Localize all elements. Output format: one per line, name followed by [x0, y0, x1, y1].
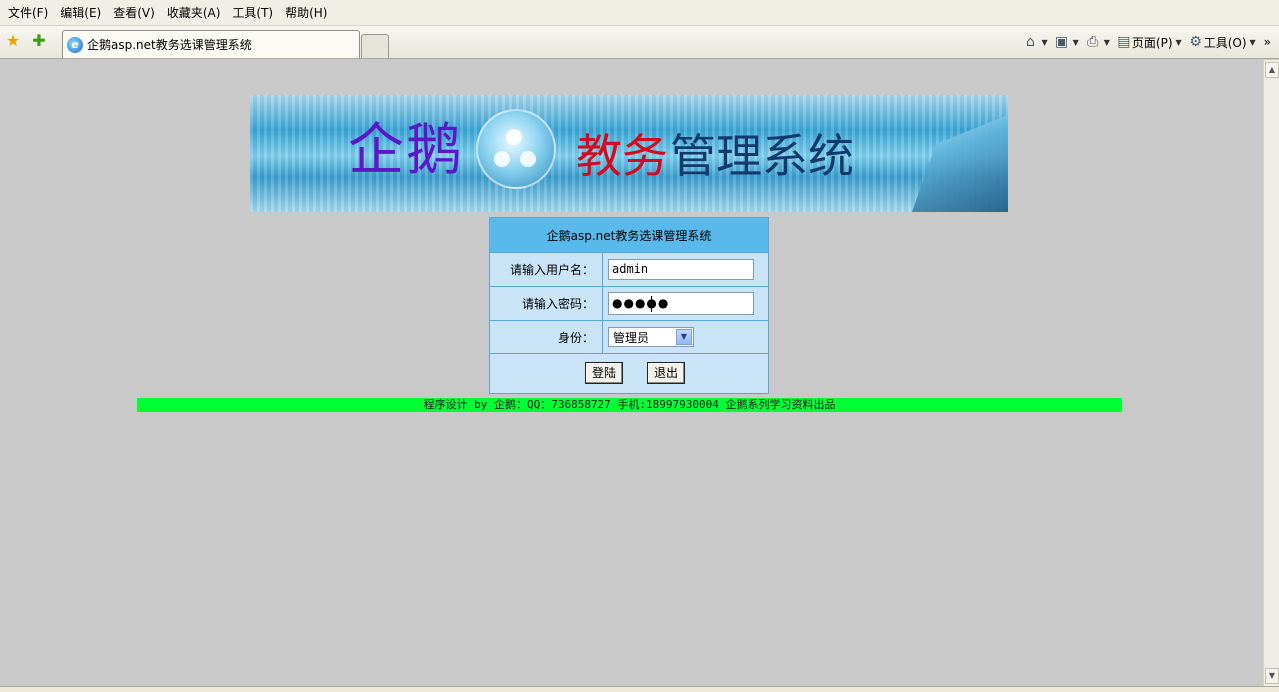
role-row: 身份： 管理员 ▼ — [490, 320, 768, 353]
add-favorite-icon[interactable]: ✚ — [30, 32, 48, 50]
tab-bar: ★ ✚ e 企鹅asp.net教务选课管理系统 ⌂ ▼ ▣ ▼ ⎙ ▼ ▤ 页面(P) ▼… — [0, 26, 1279, 59]
password-mask: ●●●●● — [612, 296, 670, 310]
page-menu-button[interactable]: ▤ 页面(P) ▼ — [1116, 34, 1182, 51]
chevron-down-icon: ▼ — [1103, 37, 1110, 47]
username-cell: admin — [604, 253, 768, 286]
role-label: 身份： — [490, 321, 603, 353]
password-row: 请输入密码： ●●●●● — [490, 286, 768, 320]
feeds-button[interactable]: ▣ ▼ — [1054, 34, 1079, 50]
scroll-down-icon[interactable]: ▼ — [1265, 668, 1279, 684]
role-selected-value: 管理员 — [613, 330, 650, 345]
banner-brand: 企鹅 — [348, 118, 464, 183]
exit-button[interactable]: 退出 — [647, 362, 685, 384]
chevron-down-icon: ▼ — [1249, 37, 1256, 47]
password-label: 请输入密码： — [490, 287, 603, 320]
banner-image: 企鹅 教务 管理系统 — [250, 95, 1008, 212]
scroll-up-icon[interactable]: ▲ — [1265, 62, 1279, 78]
menu-favorites[interactable]: 收藏夹(A) — [163, 0, 229, 26]
footer-credit: 程序设计 by 企鹅：QQ：736858727 手机:18997930004 企… — [137, 398, 1122, 412]
banner-title-dark: 管理系统 — [670, 129, 854, 183]
tools-menu-label: 工具(O) — [1203, 35, 1247, 50]
button-group: 登陆 退出 — [490, 354, 768, 394]
username-input[interactable]: admin — [608, 259, 754, 280]
tab-active[interactable]: e 企鹅asp.net教务选课管理系统 — [62, 30, 360, 58]
text-cursor — [651, 296, 652, 312]
page-menu-label: 页面(P) — [1131, 35, 1173, 50]
banner-title-red: 教务 — [576, 129, 668, 183]
username-row: 请输入用户名： admin — [490, 252, 768, 286]
ie-page-icon: e — [67, 36, 83, 53]
chevron-down-icon: ▼ — [1072, 37, 1079, 47]
print-button[interactable]: ⎙ ▼ — [1085, 34, 1110, 50]
button-row: 登陆 退出 — [490, 353, 768, 394]
menu-tools[interactable]: 工具(T) — [228, 0, 281, 26]
page-icon: ▤ — [1117, 34, 1131, 50]
tools-menu-button[interactable]: ⚙ 工具(O) ▼ — [1188, 34, 1256, 51]
chevron-down-icon: ▼ — [1041, 37, 1048, 47]
menu-help[interactable]: 帮助(H) — [281, 0, 335, 26]
vertical-scrollbar[interactable]: ▲ ▼ — [1263, 60, 1279, 686]
menu-view[interactable]: 查看(V) — [109, 0, 163, 26]
login-header: 企鹅asp.net教务选课管理系统 — [490, 218, 768, 252]
password-input[interactable]: ●●●●● — [608, 292, 754, 315]
favorites-star-icon[interactable]: ★ — [4, 32, 22, 50]
role-select[interactable]: 管理员 ▼ — [608, 327, 694, 347]
printer-icon: ⎙ — [1087, 34, 1099, 50]
role-cell: 管理员 ▼ — [604, 321, 768, 353]
orb-dot — [506, 129, 522, 145]
status-bar — [0, 686, 1279, 692]
password-cell: ●●●●● — [604, 287, 768, 320]
new-tab-button[interactable] — [361, 34, 389, 58]
more-commands-button[interactable]: » — [1264, 35, 1271, 49]
logo-orb-icon — [476, 109, 556, 189]
username-label: 请输入用户名： — [490, 253, 603, 286]
chevron-down-icon[interactable]: ▼ — [676, 329, 692, 345]
orb-dot — [494, 151, 510, 167]
tab-title: 企鹅asp.net教务选课管理系统 — [87, 38, 252, 52]
home-button[interactable]: ⌂ ▼ — [1022, 34, 1048, 50]
menu-file[interactable]: 文件(F) — [4, 0, 56, 26]
orb-dot — [520, 151, 536, 167]
menu-edit[interactable]: 编辑(E) — [56, 0, 109, 26]
rss-icon: ▣ — [1054, 34, 1069, 50]
home-icon: ⌂ — [1026, 34, 1035, 50]
chevron-down-icon: ▼ — [1175, 37, 1182, 47]
login-button[interactable]: 登陆 — [585, 362, 623, 384]
menu-bar: 文件(F) 编辑(E) 查看(V) 收藏夹(A) 工具(T) 帮助(H) — [0, 0, 1279, 26]
gear-icon: ⚙ — [1189, 34, 1202, 50]
login-form: 企鹅asp.net教务选课管理系统 请输入用户名： admin 请输入密码： ●… — [489, 217, 769, 394]
command-bar: ⌂ ▼ ▣ ▼ ⎙ ▼ ▤ 页面(P) ▼ ⚙ 工具(O) ▼ » — [1022, 32, 1271, 52]
